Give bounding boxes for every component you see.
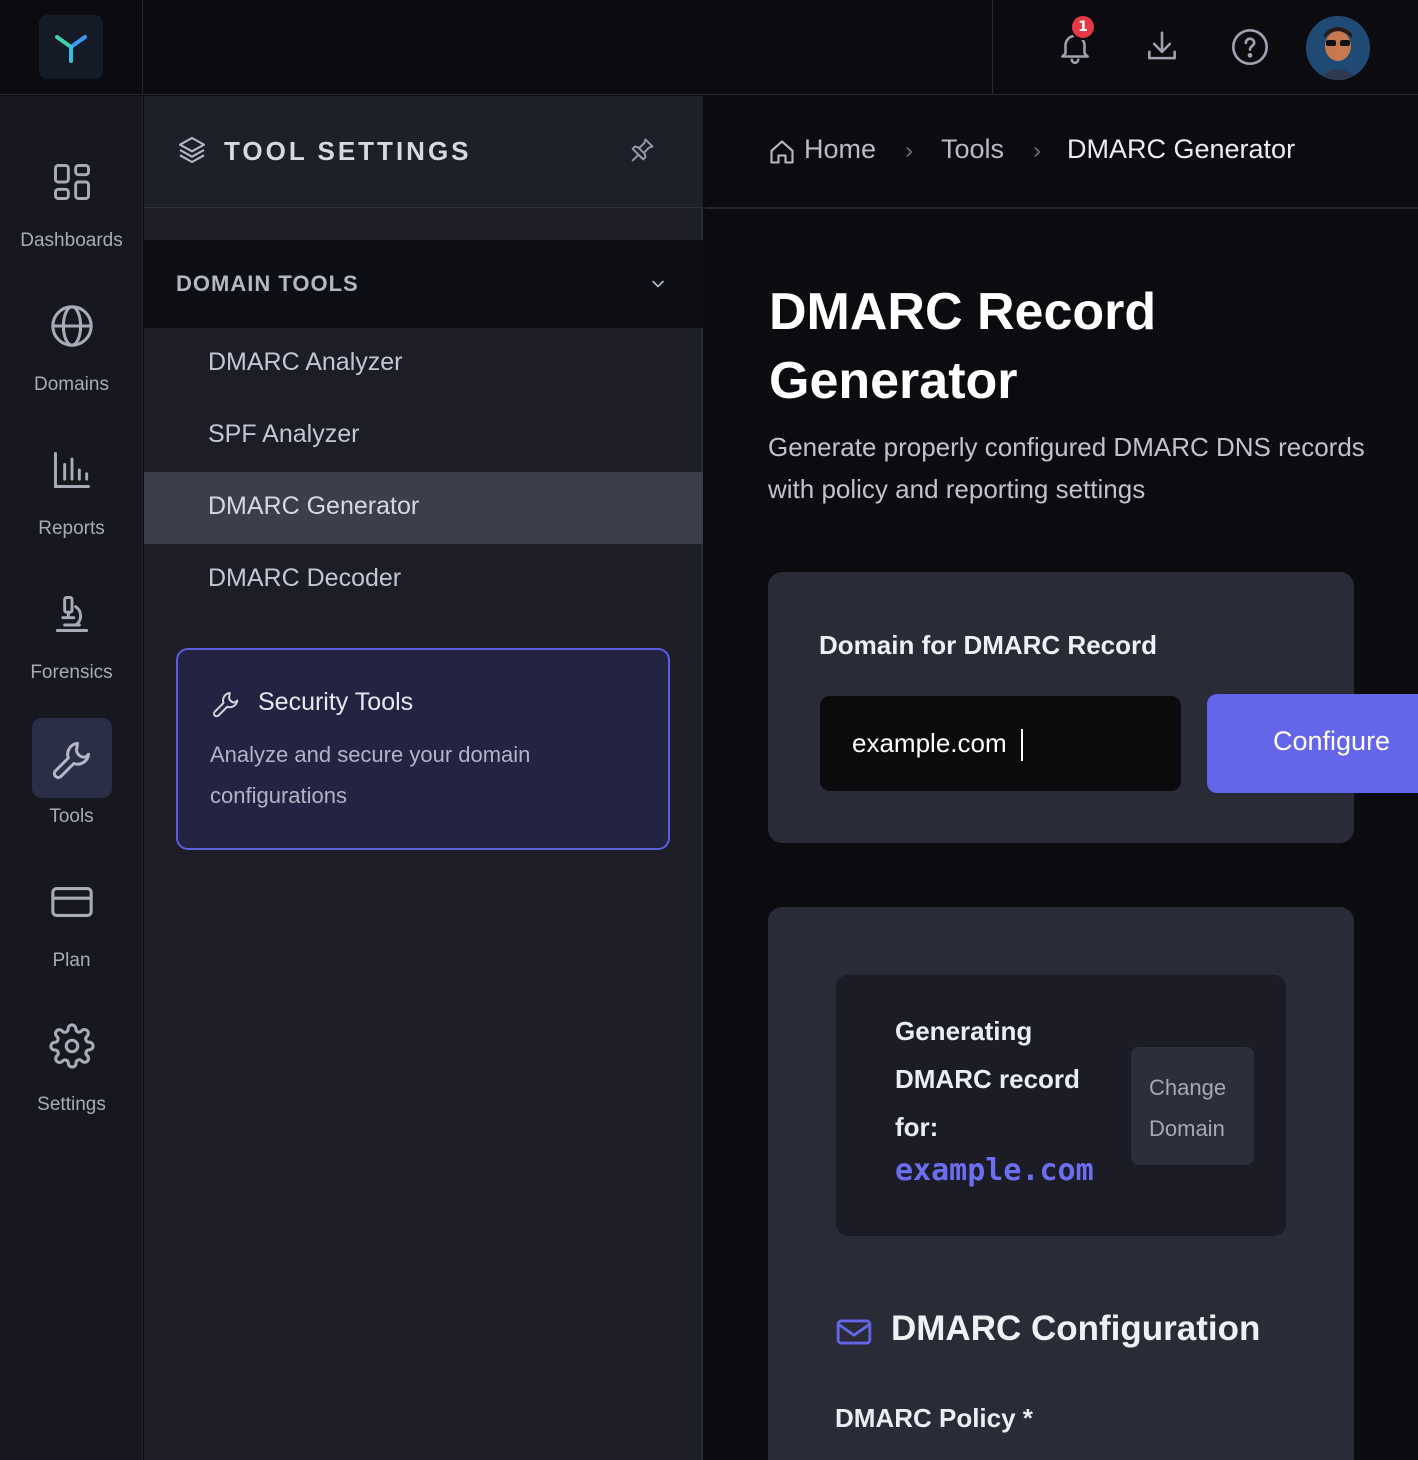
rail-item-dashboards[interactable]: Dashboards	[0, 142, 143, 262]
wrench-icon	[211, 688, 241, 718]
rail-item-domains[interactable]: Domains	[0, 286, 143, 406]
rail-item-forensics[interactable]: Forensics	[0, 574, 143, 694]
pin-icon[interactable]	[628, 136, 656, 164]
text-caret	[1021, 729, 1023, 761]
generating-domain: example.com	[895, 1153, 1094, 1188]
config-section-title: DMARC Configuration	[891, 1309, 1261, 1348]
rail-label: Tools	[49, 806, 94, 827]
menu-item-label: DMARC Generator	[208, 492, 420, 520]
layers-icon	[176, 134, 208, 166]
domain-input[interactable]	[820, 696, 1181, 791]
menu-item-dmarc-analyzer[interactable]: DMARC Analyzer	[144, 328, 703, 400]
breadcrumb-current: DMARC Generator	[1067, 134, 1296, 164]
rail-item-tools[interactable]: Tools	[0, 718, 143, 838]
bar-chart-icon	[32, 430, 112, 510]
domain-field-label: Domain for DMARC Record	[819, 630, 1158, 660]
tool-settings-panel: TOOL SETTINGS DOMAIN TOOLS DMARC Analyze…	[144, 96, 703, 1460]
app-logo[interactable]	[39, 15, 103, 79]
panel-header: TOOL SETTINGS	[144, 96, 703, 208]
menu-item-dmarc-decoder[interactable]: DMARC Decoder	[144, 544, 703, 616]
left-rail: Dashboards Domains Reports Forensics Too…	[0, 96, 143, 1460]
download-button[interactable]	[1139, 24, 1185, 70]
credit-card-icon	[32, 862, 112, 942]
rail-label: Reports	[38, 518, 105, 539]
top-bar: 1	[143, 0, 1418, 95]
policy-label: DMARC Policy *	[835, 1403, 1033, 1433]
configuration-card: Generating DMARC record for: example.com…	[768, 907, 1354, 1460]
help-button[interactable]	[1227, 24, 1273, 70]
promo-title: Security Tools	[258, 688, 414, 716]
breadcrumb: Home Tools DMARC Generator	[705, 96, 1418, 209]
promo-text: Analyze and secure your domain configura…	[210, 742, 531, 808]
microscope-icon	[32, 574, 112, 654]
chevron-down-icon	[648, 274, 668, 294]
mail-icon	[835, 1313, 873, 1351]
menu-item-label: SPF Analyzer	[208, 420, 360, 448]
menu-item-label: DMARC Analyzer	[208, 348, 403, 376]
generating-text: Generating DMARC record for:	[895, 1016, 1080, 1142]
chevron-right-icon	[1030, 144, 1044, 160]
rail-label: Dashboards	[20, 230, 123, 251]
home-icon	[768, 138, 796, 166]
rail-item-plan[interactable]: Plan	[0, 862, 143, 982]
avatar-image	[1306, 16, 1370, 80]
section-title: DOMAIN TOOLS	[176, 271, 359, 296]
security-tools-card: Security Tools Analyze and secure your d…	[176, 648, 670, 850]
logo-area	[0, 0, 143, 95]
globe-icon	[32, 286, 112, 366]
menu-item-spf-analyzer[interactable]: SPF Analyzer	[144, 400, 703, 472]
topbar-divider	[992, 0, 993, 95]
wrench-icon	[31, 718, 112, 798]
download-icon	[1148, 31, 1176, 60]
panel-title: TOOL SETTINGS	[224, 136, 472, 166]
change-domain-button[interactable]: Change Domain	[1131, 1047, 1254, 1165]
page-subtitle: Generate properly configured DMARC DNS r…	[768, 432, 1365, 504]
breadcrumb-home[interactable]: Home	[804, 134, 876, 165]
page-title: DMARC Record Generator	[769, 283, 1157, 410]
generating-for-box: Generating DMARC record for: example.com…	[836, 975, 1286, 1236]
configure-button-label: Configure	[1273, 726, 1391, 756]
rail-label: Domains	[34, 374, 109, 395]
rail-label: Settings	[37, 1094, 106, 1115]
rail-label: Forensics	[30, 662, 113, 683]
main-content: Home Tools DMARC Generator DMARC Record …	[705, 96, 1418, 1460]
menu-item-dmarc-generator[interactable]: DMARC Generator	[144, 472, 703, 544]
help-icon	[1232, 29, 1268, 65]
rail-item-settings[interactable]: Settings	[0, 1006, 143, 1126]
domain-tools-section-toggle[interactable]: DOMAIN TOOLS	[144, 240, 703, 328]
gear-icon	[32, 1006, 112, 1086]
notification-badge: 1	[1070, 14, 1096, 40]
breadcrumb-tools[interactable]: Tools	[941, 134, 1004, 165]
rail-item-reports[interactable]: Reports	[0, 430, 143, 550]
logo-icon	[55, 35, 87, 63]
menu-item-label: DMARC Decoder	[208, 564, 402, 592]
notifications-button[interactable]: 1	[1052, 14, 1098, 70]
rail-label: Plan	[52, 950, 91, 971]
dashboard-icon	[32, 142, 112, 222]
user-avatar[interactable]	[1306, 16, 1370, 80]
chevron-right-icon	[902, 144, 916, 160]
configure-button[interactable]: Configure	[1207, 694, 1418, 793]
change-domain-label: Change Domain	[1149, 1075, 1227, 1141]
